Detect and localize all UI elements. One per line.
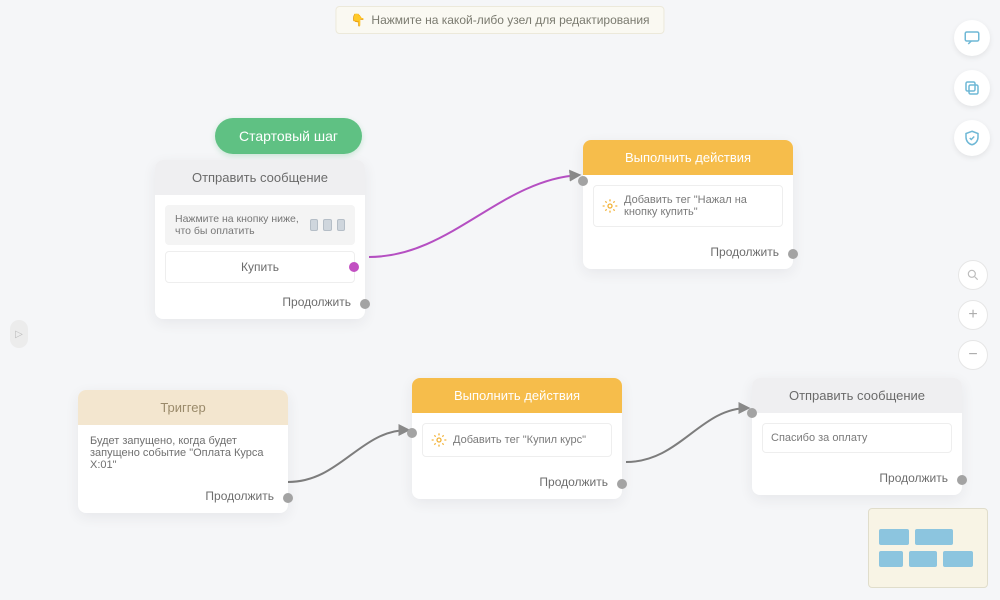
hint-text: Нажмите на какой-либо узел для редактиро… — [371, 13, 649, 27]
output-port[interactable] — [360, 299, 370, 309]
action-text: Добавить тег "Нажал на кнопку купить" — [624, 194, 774, 218]
search-icon — [966, 268, 980, 282]
continue-label: Продолжить — [539, 475, 608, 489]
action-item: Добавить тег "Купил курс" — [422, 423, 612, 457]
minimap-node — [915, 529, 953, 545]
right-toolbar — [954, 20, 990, 156]
node-action-2[interactable]: Выполнить действия Добавить тег "Купил к… — [412, 378, 622, 499]
node-title: Отправить сообщение — [155, 160, 365, 195]
node-title: Триггер — [78, 390, 288, 425]
output-port[interactable] — [349, 262, 359, 272]
minimap-node — [943, 551, 973, 567]
gear-icon — [431, 432, 447, 448]
minimap-node — [879, 551, 903, 567]
trigger-body: Будет запущено, когда будет запущено соб… — [78, 425, 288, 481]
search-button[interactable] — [958, 260, 988, 290]
node-continue[interactable]: Продолжить — [752, 463, 962, 495]
node-continue[interactable]: Продолжить — [155, 287, 365, 319]
zoom-controls: + − — [958, 260, 988, 370]
message-preview: Спасибо за оплату — [762, 423, 952, 453]
input-port[interactable] — [407, 428, 417, 438]
chat-button[interactable] — [954, 20, 990, 56]
action-item: Добавить тег "Нажал на кнопку купить" — [593, 185, 783, 227]
output-port[interactable] — [788, 249, 798, 259]
copy-icon — [963, 79, 981, 97]
keycap-icon — [310, 219, 318, 231]
hint-bar: 👇 Нажмите на какой-либо узел для редакти… — [335, 6, 664, 34]
keycap-icon — [337, 219, 345, 231]
zoom-in-button[interactable]: + — [958, 300, 988, 330]
node-trigger[interactable]: Триггер Будет запущено, когда будет запу… — [78, 390, 288, 513]
expand-sidebar-handle[interactable]: ▷ — [10, 320, 28, 348]
reply-button-label: Купить — [241, 260, 279, 274]
reply-button-buy[interactable]: Купить — [165, 251, 355, 283]
node-continue[interactable]: Продолжить — [412, 467, 622, 499]
node-title: Отправить сообщение — [752, 378, 962, 413]
minimap[interactable] — [868, 508, 988, 588]
shield-icon — [963, 129, 981, 147]
keycap-icon — [323, 219, 331, 231]
zoom-out-button[interactable]: − — [958, 340, 988, 370]
node-title: Выполнить действия — [412, 378, 622, 413]
start-step-label: Стартовый шаг — [239, 128, 338, 144]
output-port[interactable] — [957, 475, 967, 485]
output-port[interactable] — [617, 479, 627, 489]
input-port[interactable] — [747, 408, 757, 418]
node-action-1[interactable]: Выполнить действия Добавить тег "Нажал н… — [583, 140, 793, 269]
chat-icon — [963, 29, 981, 47]
gear-icon — [602, 198, 618, 214]
point-down-icon: 👇 — [350, 13, 365, 27]
node-title: Выполнить действия — [583, 140, 793, 175]
message-text: Нажмите на кнопку ниже, что бы оплатить — [175, 213, 305, 237]
continue-label: Продолжить — [282, 295, 351, 309]
minimap-node — [909, 551, 937, 567]
message-preview: Нажмите на кнопку ниже, что бы оплатить — [165, 205, 355, 245]
node-send-message-2[interactable]: Отправить сообщение Спасибо за оплату Пр… — [752, 378, 962, 495]
node-send-message-1[interactable]: Отправить сообщение Нажмите на кнопку ни… — [155, 160, 365, 319]
minimap-node — [879, 529, 909, 545]
node-continue[interactable]: Продолжить — [583, 237, 793, 269]
shield-button[interactable] — [954, 120, 990, 156]
start-step-pill[interactable]: Стартовый шаг — [215, 118, 362, 154]
continue-label: Продолжить — [879, 471, 948, 485]
continue-label: Продолжить — [710, 245, 779, 259]
copy-button[interactable] — [954, 70, 990, 106]
node-continue[interactable]: Продолжить — [78, 481, 288, 513]
action-text: Добавить тег "Купил курс" — [453, 434, 586, 446]
continue-label: Продолжить — [205, 489, 274, 503]
output-port[interactable] — [283, 493, 293, 503]
input-port[interactable] — [578, 176, 588, 186]
